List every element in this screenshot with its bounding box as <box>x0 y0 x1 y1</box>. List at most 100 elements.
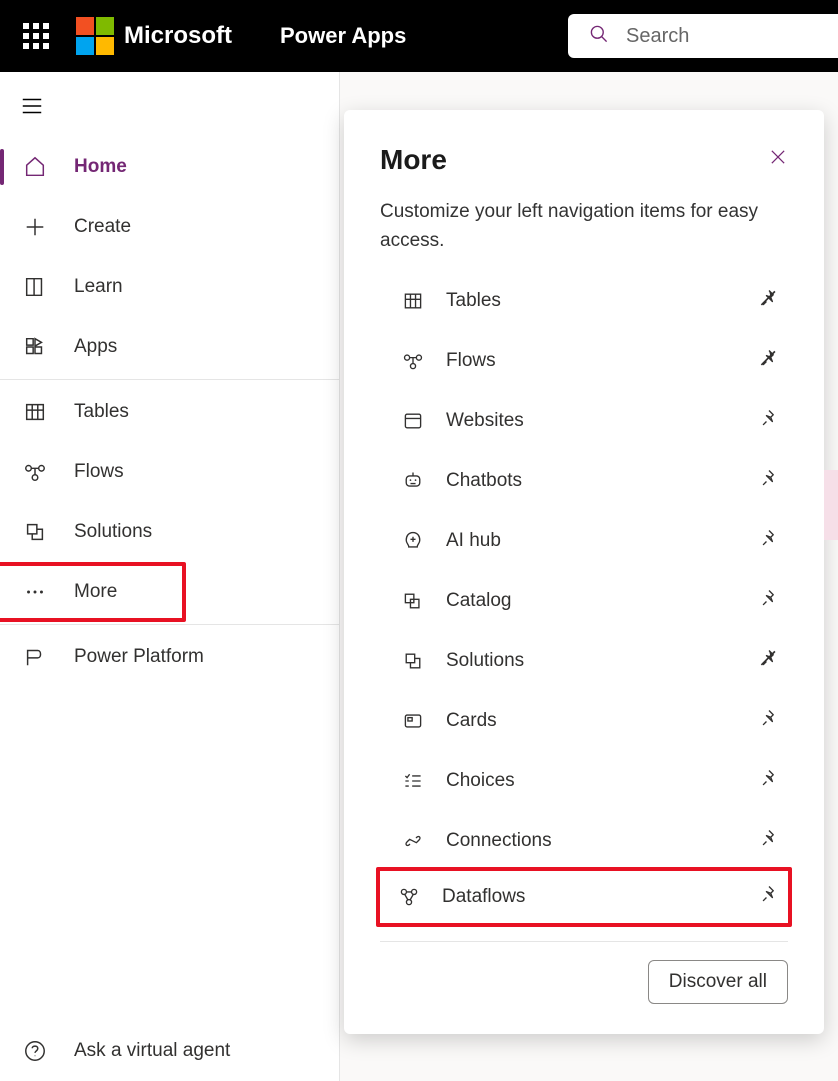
popup-item-catalog[interactable]: Catalog <box>380 571 788 631</box>
solutions-icon <box>400 648 426 674</box>
sidebar-item-apps[interactable]: Apps <box>0 317 339 377</box>
pin-icon <box>758 828 780 850</box>
popup-item-solutions[interactable]: Solutions <box>380 631 788 691</box>
popup-item-label: Dataflows <box>442 886 758 908</box>
popup-item-chatbots[interactable]: Chatbots <box>380 451 788 511</box>
popup-subtitle: Customize your left navigation items for… <box>380 198 788 255</box>
sidebar-item-label: Solutions <box>74 521 152 543</box>
plus-icon <box>22 214 48 240</box>
unpin-button[interactable] <box>758 648 784 674</box>
header: Microsoft Power Apps Search <box>0 0 838 72</box>
popup-item-cards[interactable]: Cards <box>380 691 788 751</box>
pinned-icon <box>758 288 780 310</box>
pinned-icon <box>758 648 780 670</box>
discover-all-button[interactable]: Discover all <box>648 960 788 1004</box>
popup-item-label: Websites <box>446 410 758 432</box>
search-input[interactable]: Search <box>568 14 838 58</box>
popup-item-websites[interactable]: Websites <box>380 391 788 451</box>
waffle-button[interactable] <box>0 0 72 72</box>
pin-button[interactable] <box>758 468 784 494</box>
popup-item-choices[interactable]: Choices <box>380 751 788 811</box>
hamburger-icon <box>20 94 44 118</box>
power-platform-icon <box>22 644 48 670</box>
popup-item-label: Solutions <box>446 650 758 672</box>
popup-item-label: Choices <box>446 770 758 792</box>
unpin-button[interactable] <box>758 288 784 314</box>
choices-icon <box>400 768 426 794</box>
apps-icon <box>22 334 48 360</box>
dataflows-icon <box>396 884 422 910</box>
pin-icon <box>758 528 780 550</box>
sidebar-item-label: Tables <box>74 401 129 423</box>
search-icon <box>588 23 610 50</box>
unpin-button[interactable] <box>758 348 784 374</box>
flows-icon <box>22 459 48 485</box>
sidebar-item-label: Ask a virtual agent <box>74 1040 230 1062</box>
search-placeholder: Search <box>626 25 689 48</box>
websites-icon <box>400 408 426 434</box>
popup-list: Tables Flows Websites Chatbots AI hub Ca… <box>380 271 788 927</box>
sidebar: Home Create Learn Apps Tables Flows Solu… <box>0 72 340 1081</box>
hamburger-button[interactable] <box>0 72 339 137</box>
sidebar-item-label: Power Platform <box>74 646 204 668</box>
popup-item-label: Catalog <box>446 590 758 612</box>
ai-icon <box>400 528 426 554</box>
sidebar-item-label: Home <box>74 156 127 178</box>
brand[interactable]: Microsoft <box>76 17 232 55</box>
popup-item-label: Cards <box>446 710 758 732</box>
sidebar-item-power-platform[interactable]: Power Platform <box>0 627 339 687</box>
sidebar-item-learn[interactable]: Learn <box>0 257 339 317</box>
popup-item-label: Flows <box>446 350 758 372</box>
pin-button[interactable] <box>758 768 784 794</box>
pin-button[interactable] <box>758 588 784 614</box>
pin-icon <box>758 884 780 906</box>
flows-icon <box>400 348 426 374</box>
pin-icon <box>758 408 780 430</box>
sidebar-item-home[interactable]: Home <box>0 137 339 197</box>
popup-item-tables[interactable]: Tables <box>380 271 788 331</box>
sidebar-item-label: More <box>74 581 117 603</box>
chatbots-icon <box>400 468 426 494</box>
popup-item-label: Tables <box>446 290 758 312</box>
background-bleed <box>828 72 838 1081</box>
more-popup: More Customize your left navigation item… <box>344 110 824 1034</box>
pin-icon <box>758 768 780 790</box>
popup-item-label: AI hub <box>446 530 758 552</box>
brand-text: Microsoft <box>124 22 232 50</box>
pin-icon <box>758 708 780 730</box>
pin-button[interactable] <box>758 884 784 910</box>
pin-button[interactable] <box>758 708 784 734</box>
sidebar-item-flows[interactable]: Flows <box>0 442 339 502</box>
tables-icon <box>400 288 426 314</box>
sidebar-item-more[interactable]: More <box>0 566 182 618</box>
popup-item-ai-hub[interactable]: AI hub <box>380 511 788 571</box>
more-icon <box>22 579 48 605</box>
sidebar-item-label: Learn <box>74 276 123 298</box>
divider <box>0 379 339 380</box>
sidebar-item-tables[interactable]: Tables <box>0 382 339 442</box>
sidebar-item-solutions[interactable]: Solutions <box>0 502 339 562</box>
popup-item-dataflows[interactable]: Dataflows <box>376 867 792 927</box>
close-button[interactable] <box>768 147 788 173</box>
popup-item-connections[interactable]: Connections <box>380 811 788 871</box>
divider <box>380 941 788 942</box>
sidebar-item-label: Flows <box>74 461 124 483</box>
sidebar-item-ask-agent[interactable]: Ask a virtual agent <box>0 1021 339 1081</box>
pin-icon <box>758 468 780 490</box>
pin-button[interactable] <box>758 408 784 434</box>
help-icon <box>22 1038 48 1064</box>
popup-title: More <box>380 144 447 176</box>
tables-icon <box>22 399 48 425</box>
pin-button[interactable] <box>758 528 784 554</box>
pin-button[interactable] <box>758 828 784 854</box>
sidebar-item-label: Apps <box>74 336 117 358</box>
solutions-icon <box>22 519 48 545</box>
highlight-more: More <box>0 562 186 622</box>
pinned-icon <box>758 348 780 370</box>
sidebar-item-create[interactable]: Create <box>0 197 339 257</box>
cards-icon <box>400 708 426 734</box>
popup-item-flows[interactable]: Flows <box>380 331 788 391</box>
popup-item-label: Chatbots <box>446 470 758 492</box>
catalog-icon <box>400 588 426 614</box>
microsoft-logo-icon <box>76 17 114 55</box>
